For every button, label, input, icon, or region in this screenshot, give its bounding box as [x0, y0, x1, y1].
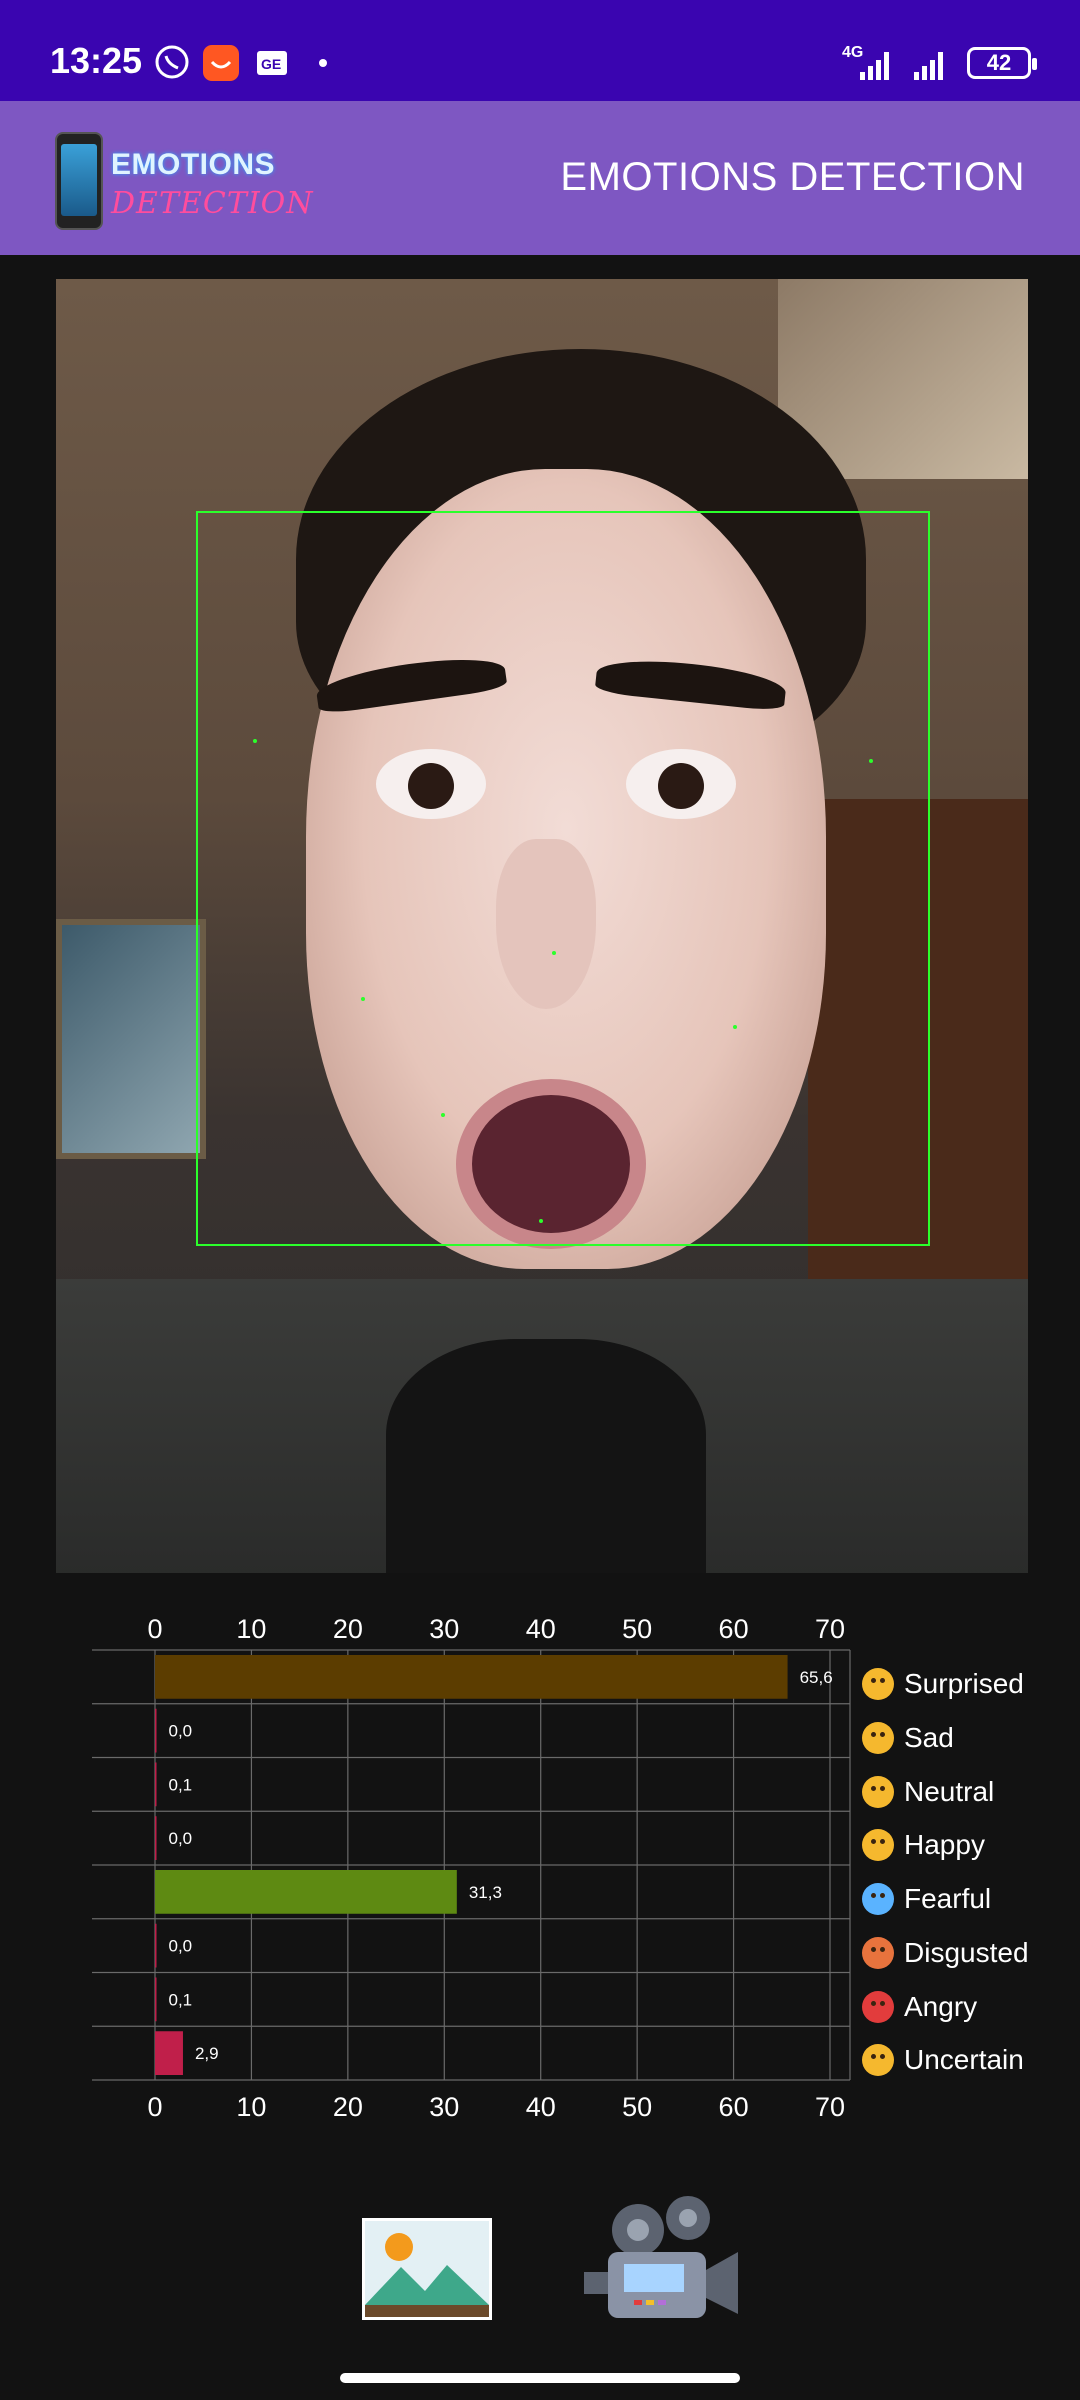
face-landmark: [869, 759, 873, 763]
person-shirt: [386, 1339, 706, 1573]
legend-item-sad: Sad: [862, 1711, 954, 1765]
status-time: 13:25: [50, 40, 143, 81]
logo-phone-icon: [55, 132, 103, 230]
legend-item-fearful: Fearful: [862, 1872, 991, 1926]
video-camera-icon: [584, 2196, 738, 2318]
bar-disgusted: [155, 1923, 157, 1968]
legend-label: Surprised: [904, 1668, 1024, 1699]
image-gallery-icon: [365, 2221, 489, 2317]
camera-preview: [56, 279, 1028, 1573]
x-tick-label-top: 20: [333, 1614, 363, 1644]
dot-icon: [319, 59, 327, 67]
legend-label: Neutral: [904, 1775, 995, 1807]
x-tick-label-top: 40: [526, 1614, 556, 1644]
x-tick-label-top: 0: [147, 1614, 162, 1644]
bar-neutral: [155, 1762, 157, 1807]
status-bar: 13:25 GE 4G 42: [0, 0, 1080, 101]
face-landmark: [441, 1113, 445, 1117]
bar-value-label: 0,1: [169, 1990, 193, 2009]
x-tick-label-bottom: 60: [719, 2092, 749, 2122]
x-tick-label-top: 60: [719, 1614, 749, 1644]
legend-item-surprised: Surprised: [862, 1657, 1024, 1711]
uncertain-emoji-icon: [862, 2044, 894, 2077]
legend-label: Happy: [904, 1829, 985, 1861]
battery-icon: 42: [967, 47, 1037, 79]
happy-emoji-icon: [862, 1829, 894, 1862]
legend-label: Sad: [904, 1721, 954, 1753]
face-landmark: [253, 739, 257, 743]
legend-item-neutral: Neutral: [862, 1765, 994, 1819]
logo-text-line2: DETECTION: [111, 186, 314, 221]
legend-label: Disgusted: [904, 1936, 1029, 1968]
legend-label: Fearful: [904, 1883, 992, 1914]
battery-level: 42: [986, 50, 1012, 75]
legend-label: Angry: [904, 1990, 978, 2022]
face-detection-box: [196, 511, 930, 1246]
face-landmark: [733, 1025, 737, 1029]
bar-surprised: [155, 1655, 788, 1699]
legend-item-happy: Happy: [862, 1818, 985, 1872]
bar-angry: [155, 1977, 157, 2022]
bar-value-label: 2,9: [195, 2044, 219, 2063]
x-tick-label-bottom: 10: [236, 2092, 266, 2122]
video-camera-button[interactable]: [584, 2196, 740, 2324]
bar-value-label: 0,0: [169, 1722, 193, 1741]
bar-value-label: 65,6: [800, 1668, 833, 1687]
x-tick-label-top: 30: [429, 1614, 459, 1644]
bar-sad: [155, 1708, 157, 1753]
bar-uncertain: [155, 2031, 183, 2075]
x-tick-label-top: 70: [815, 1614, 845, 1644]
app-title: EMOTIONS DETECTION: [560, 155, 1025, 199]
surprised-emoji-icon: [862, 1668, 894, 1700]
x-tick-label-bottom: 30: [429, 2092, 459, 2122]
svg-text:GE: GE: [261, 56, 281, 72]
bar-value-label: 0,0: [169, 1829, 193, 1848]
bar-value-label: 0,0: [169, 1937, 193, 1956]
sad-emoji-icon: [862, 1721, 894, 1754]
legend-label: Uncertain: [904, 2044, 1024, 2076]
signal-icon: [860, 52, 889, 80]
legend-item-angry: Angry: [862, 1980, 977, 2034]
logo-text-line1: EMOTIONS: [111, 148, 276, 181]
x-tick-label-bottom: 0: [147, 2092, 162, 2122]
background-painting: [56, 919, 206, 1159]
fearful-emoji-icon: [862, 1883, 894, 1915]
shopping-app-icon: [203, 45, 239, 81]
x-tick-label-bottom: 50: [622, 2092, 652, 2122]
x-tick-label-bottom: 40: [526, 2092, 556, 2122]
neutral-emoji-icon: [862, 1775, 894, 1808]
bar-value-label: 31,3: [469, 1883, 502, 1902]
bar-fearful: [155, 1870, 457, 1914]
x-tick-label-bottom: 20: [333, 2092, 363, 2122]
home-indicator[interactable]: [340, 2373, 740, 2383]
signal-icon-2: [914, 52, 943, 80]
app-logo: EMOTIONS DETECTION: [55, 132, 313, 232]
face-landmark: [539, 1219, 543, 1223]
bar-happy: [155, 1816, 157, 1860]
angry-emoji-icon: [862, 1990, 894, 2023]
gallery-button[interactable]: [362, 2218, 492, 2320]
legend-item-disgusted: Disgusted: [862, 1926, 1029, 1980]
bar-value-label: 0,1: [169, 1775, 193, 1794]
face-landmark: [552, 951, 556, 955]
news-icon: GE: [257, 51, 287, 75]
x-tick-label-bottom: 70: [815, 2092, 845, 2122]
x-tick-label-top: 10: [236, 1614, 266, 1644]
legend-item-uncertain: Uncertain: [862, 2033, 1024, 2087]
face-landmark: [361, 997, 365, 1001]
whatsapp-icon: [155, 45, 189, 79]
disgusted-emoji-icon: [862, 1936, 894, 1969]
x-tick-label-top: 50: [622, 1614, 652, 1644]
